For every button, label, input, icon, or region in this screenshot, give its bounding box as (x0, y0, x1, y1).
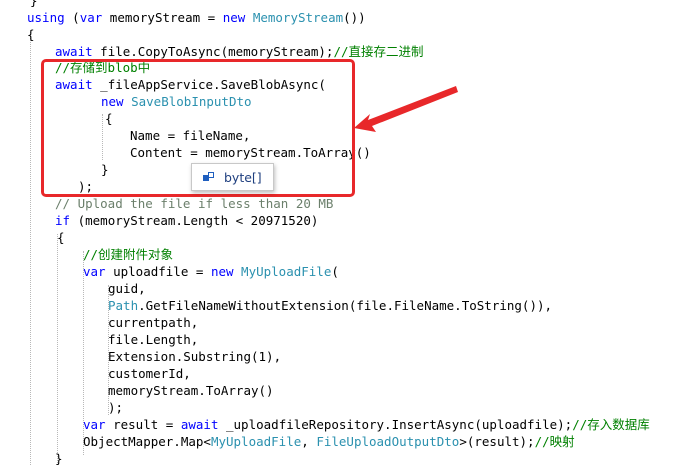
indent-guide (57, 234, 58, 465)
code-line[interactable]: await _fileAppService.SaveBlobAsync( (55, 76, 326, 93)
code-line[interactable]: { (105, 110, 113, 127)
code-token: result = (105, 417, 181, 432)
indent-guide (30, 30, 31, 465)
type-tooltip: byte[] (191, 163, 274, 191)
code-token: await (180, 417, 219, 432)
code-token: ( (331, 264, 339, 279)
code-token: //直接存二进制 (333, 44, 424, 59)
code-token: ObjectMapper.Map< (83, 434, 211, 449)
code-token: Extension.Substring(1), (108, 349, 282, 364)
code-line[interactable]: // Upload the file if less than 20 MB (55, 195, 333, 212)
code-token: new (101, 94, 124, 109)
code-line[interactable]: guid, (108, 280, 146, 297)
code-line[interactable]: Content = memoryStream.ToArray() (130, 144, 371, 161)
code-line[interactable]: customerId, (108, 365, 191, 382)
code-line[interactable]: using (var memoryStream = new MemoryStre… (27, 9, 366, 26)
code-token: new (210, 264, 234, 279)
indent-guide (102, 114, 103, 160)
code-line[interactable]: if (memoryStream.Length < 20971520) (55, 212, 318, 229)
code-token: //映射 (534, 434, 575, 449)
code-token: SaveBlobInputDto (131, 94, 252, 109)
struct-icon (203, 172, 214, 181)
code-token: var (83, 264, 106, 279)
code-token: var (83, 417, 106, 432)
code-token: MyUploadFile (210, 434, 302, 449)
code-token: ); (78, 179, 94, 194)
code-token: _fileAppService.SaveBlobAsync( (92, 77, 326, 92)
code-line[interactable]: //创建附件对象 (83, 246, 173, 263)
code-line[interactable]: //存储到blob中 (55, 59, 150, 76)
code-line[interactable]: var uploadfile = new MyUploadFile( (83, 263, 339, 280)
code-line[interactable]: await file.CopyToAsync(memoryStream);//直… (55, 43, 424, 60)
code-token: Name = fileName, (130, 128, 251, 143)
code-line[interactable]: file.Length, (108, 331, 198, 348)
code-line[interactable]: Path.GetFileNameWithoutExtension(file.Fi… (108, 297, 552, 314)
code-line[interactable]: memoryStream.ToArray() (108, 382, 274, 399)
code-token: MyUploadFile (241, 264, 332, 279)
code-token: uploadfile = (105, 264, 211, 279)
code-token: var (79, 10, 103, 25)
code-token: using (27, 10, 65, 25)
code-token: file.Length, (108, 332, 199, 347)
code-token: //存入数据库 (572, 417, 650, 432)
code-line[interactable]: } (101, 161, 109, 178)
code-token: Path (108, 298, 139, 313)
code-token: await (55, 44, 93, 59)
code-token: FileUploadOutputDto (316, 434, 460, 449)
code-token: { (57, 230, 65, 245)
code-token: _uploadfileRepository.InsertAsync(upload… (218, 417, 573, 432)
code-token: { (27, 27, 35, 42)
code-token: } (55, 451, 63, 465)
code-token: } (101, 162, 109, 177)
code-token: } (30, 0, 38, 8)
code-token: MemoryStream (252, 10, 344, 25)
code-editor[interactable]: } using (var memoryStream = new MemoryStr… (0, 0, 693, 465)
code-token: //存储到blob中 (55, 60, 151, 75)
code-token: ); (108, 400, 124, 415)
code-token: Content = memoryStream.ToArray() (130, 145, 371, 160)
code-line[interactable]: var result = await _uploadfileRepository… (83, 416, 650, 433)
code-token: //创建附件对象 (83, 247, 174, 262)
code-line[interactable]: } (30, 0, 38, 9)
code-token: currentpath, (108, 315, 199, 330)
code-token: , (301, 434, 317, 449)
code-token: .GetFileNameWithoutExtension(file.FileNa… (138, 298, 553, 313)
code-line[interactable]: Extension.Substring(1), (108, 348, 281, 365)
code-token: ( (64, 10, 80, 25)
arrow-icon (354, 86, 458, 132)
code-token: // Upload the file if less than 20 MB (55, 196, 334, 211)
code-token: guid, (108, 281, 146, 296)
code-line[interactable]: Name = fileName, (130, 127, 250, 144)
code-token: new (222, 10, 246, 25)
code-token: if (55, 213, 71, 228)
code-line[interactable]: ); (108, 399, 123, 416)
tooltip-label: byte[] (224, 169, 262, 185)
code-line[interactable]: new SaveBlobInputDto (101, 93, 252, 110)
code-token: ()) (343, 10, 366, 25)
code-line[interactable]: { (57, 229, 65, 246)
code-token: memoryStream = (102, 10, 223, 25)
code-line[interactable]: ObjectMapper.Map<MyUploadFile, FileUploa… (83, 433, 575, 450)
code-token: memoryStream.ToArray() (108, 383, 274, 398)
code-token: >(result); (459, 434, 535, 449)
code-token: { (105, 111, 113, 126)
code-token: await (55, 77, 93, 92)
code-line[interactable]: } (55, 450, 63, 465)
code-token: (memoryStream.Length < 20971520) (70, 213, 319, 228)
code-line[interactable]: { (27, 26, 35, 43)
code-token: customerId, (108, 366, 191, 381)
code-line[interactable]: currentpath, (108, 314, 198, 331)
code-token: file.CopyToAsync(memoryStream); (92, 44, 334, 59)
code-line[interactable]: ); (78, 178, 93, 195)
